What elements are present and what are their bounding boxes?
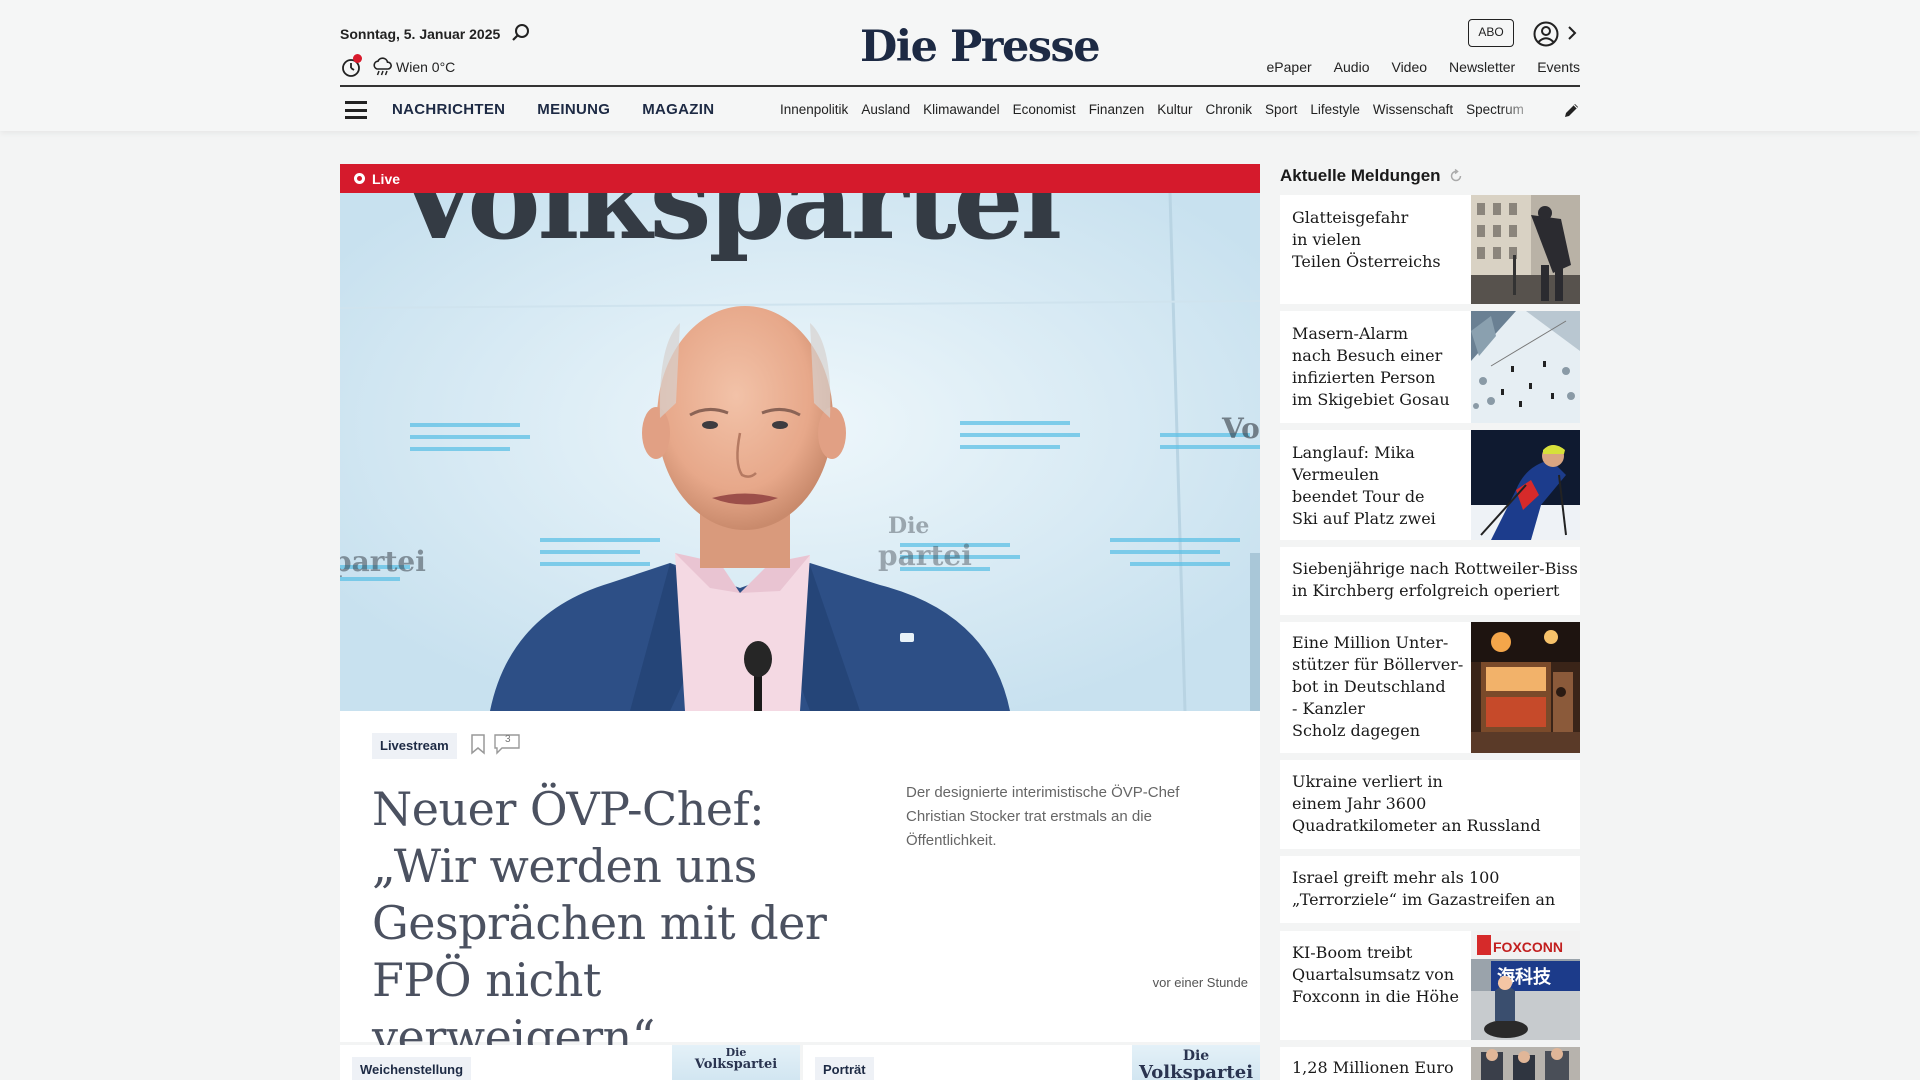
subnav-klimawandel[interactable]: Klimawandel [923,102,1000,117]
lead-story[interactable]: Live Volkspartei Vo partei Die partei Li… [340,164,1260,1064]
tag-livestream[interactable]: Livestream [372,733,457,759]
site-header: Sonntag, 5. Januar 2025 Wien 0°C Die Pre… [0,0,1920,131]
rain-cloud-icon [373,57,392,76]
lead-teaser[interactable]: Der designierte interimistische ÖVP-Chef… [906,781,1236,853]
link-video[interactable]: Video [1391,59,1427,75]
news-item[interactable]: 1,28 Millionen Euro [1280,1047,1580,1080]
news-item[interactable]: Glatteisgefahr in vielen Teilen Österrei… [1280,195,1580,304]
news-item[interactable]: KI-Boom treibt Quartalsumsatz von Foxcon… [1280,931,1580,1040]
subnav-wissenschaft[interactable]: Wissenschaft [1373,102,1453,117]
lead-body: Livestream 3 Neuer ÖVP-Chef: „Wir werden… [340,711,1260,1064]
news-item[interactable]: Eine Million Unter- stützer für Böllerve… [1280,622,1580,753]
news-item[interactable]: Ukraine verliert in einem Jahr 3600 Quad… [1280,760,1580,849]
article-card-1[interactable]: Weichenstellung Die Volkspartei [340,1045,800,1080]
card-image-text-1: Volkspartei [694,1057,778,1072]
pencil-icon[interactable] [1562,100,1582,120]
weather-info[interactable]: Wien 0°C [396,59,455,75]
live-bar: Live [340,164,1260,193]
lead-image[interactable]: Volkspartei Vo Vo partei Die partei [340,193,1260,711]
user-account-icon[interactable] [1532,20,1560,48]
main-nav: NACHRICHTEN MEINUNG MAGAZIN [392,101,714,118]
subnav-chronik[interactable]: Chronik [1206,102,1253,117]
notification-dot [353,54,362,63]
news-item-text[interactable]: Langlauf: Mika Vermeulen beendet Tour de… [1292,442,1436,530]
current-date: Sonntag, 5. Januar 2025 [340,26,501,42]
sidebar-title: Aktuelle Meldungen [1280,166,1441,185]
subnav-fade [1500,95,1540,125]
bookmark-icon[interactable] [469,733,487,755]
site-logo[interactable]: Die Presse [860,22,1101,72]
news-item-text[interactable]: Ukraine verliert in einem Jahr 3600 Quad… [1292,771,1541,837]
news-thumb-ski [1471,311,1580,423]
link-audio[interactable]: Audio [1334,59,1370,75]
refresh-icon[interactable] [1448,168,1464,184]
live-dot-icon [354,173,365,184]
news-thumb-foxconn: FOXCONN 海科技 [1471,931,1580,1040]
card-image-2: Die Volkspartei [1132,1045,1260,1080]
news-thumb-ice [1471,195,1580,304]
news-thumb-crosscountry [1471,430,1580,540]
news-item-text[interactable]: Siebenjährige nach Rottweiler-Biss in Ki… [1292,558,1578,602]
subnav-innenpolitik[interactable]: Innenpolitik [780,102,848,117]
article-card-2[interactable]: Porträt Die Volkspartei [803,1045,1260,1080]
lead-headline[interactable]: Neuer ÖVP-Chef: „Wir werden uns Gespräch… [372,781,872,1066]
subnav-ausland[interactable]: Ausland [861,102,910,117]
banner-text-mid: Die [888,513,929,539]
news-thumb-fireworks [1471,622,1580,753]
sub-nav: Innenpolitik Ausland Klimawandel Economist F… [780,102,1540,117]
banner-text: Volkspartei [394,193,1060,264]
news-item-text[interactable]: KI-Boom treibt Quartalsumsatz von Foxcon… [1292,942,1459,1008]
news-thumb-people [1471,1047,1580,1080]
card-image-1: Die Volkspartei [672,1045,800,1080]
news-item-text[interactable]: Eine Million Unter- stützer für Böllerve… [1292,632,1463,742]
press-conference-photo: Volkspartei Vo Vo partei Die partei [340,193,1260,711]
nav-nachrichten[interactable]: NACHRICHTEN [392,101,505,118]
news-item-text[interactable]: 1,28 Millionen Euro [1292,1057,1454,1079]
header-divider [340,85,1580,87]
chevron-right-icon[interactable] [1565,22,1579,44]
link-epaper[interactable]: ePaper [1267,59,1312,75]
subnav-finanzen[interactable]: Finanzen [1089,102,1145,117]
news-item-text[interactable]: Glatteisgefahr in vielen Teilen Österrei… [1292,207,1441,273]
top-links: ePaper Audio Video Newsletter Events [1267,59,1580,75]
news-item-text[interactable]: Israel greift mehr als 100 „Terrorziele“… [1292,867,1555,911]
banner-text-mid2: partei [878,539,972,572]
card-image-text-2: Volkspartei [1138,1062,1254,1080]
menu-icon[interactable] [345,101,367,119]
news-item[interactable]: Siebenjährige nach Rottweiler-Biss in Ki… [1280,547,1580,615]
link-newsletter[interactable]: Newsletter [1449,59,1515,75]
news-item[interactable]: Langlauf: Mika Vermeulen beendet Tour de… [1280,430,1580,540]
nav-meinung[interactable]: MEINUNG [537,101,610,118]
banner-text-left: partei [340,545,426,578]
search-icon[interactable] [510,22,532,44]
subnav-economist[interactable]: Economist [1013,102,1076,117]
subnav-sport[interactable]: Sport [1265,102,1297,117]
tag-weichenstellung[interactable]: Weichenstellung [352,1057,472,1080]
nav-magazin[interactable]: MAGAZIN [642,101,714,118]
abo-button[interactable]: ABO [1468,19,1514,47]
publish-time: vor einer Stunde [1152,975,1248,990]
news-item-text[interactable]: Masern-Alarm nach Besuch einer infiziert… [1292,323,1450,411]
link-events[interactable]: Events [1537,59,1580,75]
news-item[interactable]: Israel greift mehr als 100 „Terrorziele“… [1280,856,1580,923]
banner-text-small-right: Vo [1221,412,1260,445]
news-item[interactable]: Masern-Alarm nach Besuch einer infiziert… [1280,311,1580,423]
comment-count: 3 [505,734,511,745]
tag-portraet[interactable]: Porträt [815,1057,874,1080]
subnav-kultur[interactable]: Kultur [1157,102,1192,117]
subnav-lifestyle[interactable]: Lifestyle [1310,102,1360,117]
foxconn-sign: FOXCONN [1493,939,1563,955]
live-label: Live [372,171,401,187]
